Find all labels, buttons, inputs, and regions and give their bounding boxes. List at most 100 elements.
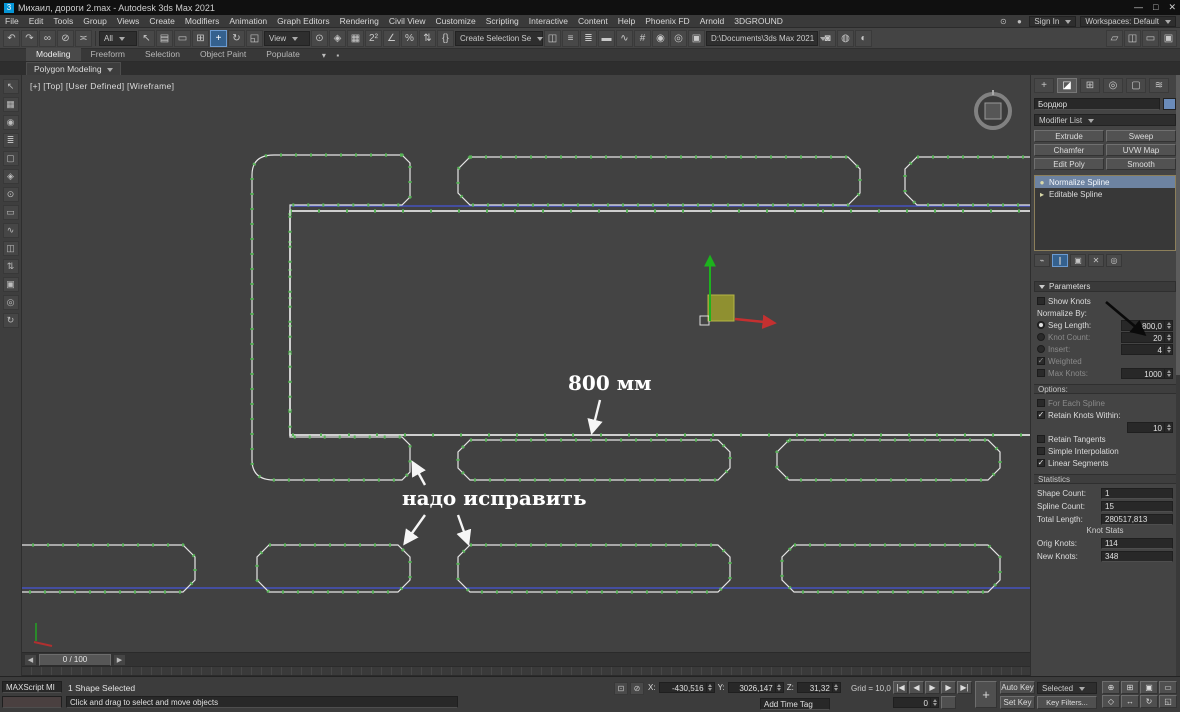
docked-tool-icon-13[interactable]: ◎ [3, 295, 19, 310]
unlink-selection-icon[interactable]: ⊘ [57, 30, 74, 47]
simple-interpolation-checkbox[interactable] [1037, 447, 1045, 455]
docked-tool-icon-2[interactable]: ▦ [3, 97, 19, 112]
ribbon-minimize-icon[interactable]: ▾ [318, 50, 330, 61]
selected-spline-rectangle[interactable] [290, 211, 1030, 435]
linear-segments-checkbox[interactable] [1037, 459, 1045, 467]
viewport-label[interactable]: [+] [Top] [User Defined] [Wireframe] [30, 81, 174, 91]
docked-tool-icon-14[interactable]: ↻ [3, 313, 19, 328]
docked-tool-icon-12[interactable]: ▣ [3, 277, 19, 292]
mirror-icon[interactable]: ◫ [544, 30, 561, 47]
menu-item[interactable]: Help [613, 15, 640, 28]
ribbon-toggle-icon[interactable]: ▬ [598, 30, 615, 47]
for-each-spline-checkbox[interactable] [1037, 399, 1045, 407]
snaps-toggle-icon[interactable]: 2² [365, 30, 382, 47]
ribbon-tab[interactable]: Selection [135, 48, 190, 61]
sign-in-button[interactable]: Sign In [1029, 16, 1076, 27]
seg-length-radio[interactable] [1037, 321, 1045, 329]
curve-editor-icon[interactable]: ∿ [616, 30, 633, 47]
workspaces-dropdown[interactable]: Workspaces: Default [1080, 16, 1176, 27]
select-and-move-icon[interactable]: + [210, 30, 227, 47]
next-frame-arrow-icon[interactable]: ▶ [113, 654, 126, 666]
project-folder-dropdown[interactable]: D:\Documents\3ds Max 2021 [706, 31, 818, 46]
select-and-link-icon[interactable]: ∞ [39, 30, 56, 47]
menu-item[interactable]: Rendering [335, 15, 384, 28]
docked-tool-icon-4[interactable]: ≣ [3, 133, 19, 148]
select-object-icon[interactable]: ↖ [138, 30, 155, 47]
knot-count-radio[interactable] [1037, 333, 1045, 341]
orbit-icon[interactable]: ↻ [1140, 695, 1158, 708]
show-knots-checkbox[interactable] [1037, 297, 1045, 305]
modifier-set-button[interactable]: Extrude [1034, 130, 1104, 142]
key-mode-toggle-icon[interactable] [941, 696, 956, 709]
docked-tool-icon-6[interactable]: ◈ [3, 169, 19, 184]
modify-tab-icon[interactable]: ◪ [1057, 78, 1077, 93]
set-key-button[interactable]: Set Key [1000, 696, 1035, 709]
docked-tool-icon-10[interactable]: ◫ [3, 241, 19, 256]
object-name-field[interactable]: Бордюр [1034, 98, 1160, 110]
modifier-set-button[interactable]: Sweep [1106, 130, 1176, 142]
close-button[interactable]: ✕ [1168, 2, 1176, 13]
maxscript-mini-listener[interactable]: MAXScript MI [2, 681, 62, 693]
material-editor-icon[interactable]: ◉ [652, 30, 669, 47]
docked-tool-icon-5[interactable]: ▢ [3, 151, 19, 166]
previous-frame-arrow-icon[interactable]: ◀ [24, 654, 37, 666]
menu-item[interactable]: 3DGROUND [729, 15, 788, 28]
x-coordinate-field[interactable]: -430,516 [659, 682, 715, 693]
modifier-list-dropdown[interactable]: Modifier List [1034, 114, 1176, 126]
menu-item[interactable]: Content [573, 15, 613, 28]
modifier-set-button[interactable]: Chamfer [1034, 144, 1104, 156]
ribbon-tab[interactable]: Populate [256, 48, 310, 61]
select-and-scale-icon[interactable]: ◱ [246, 30, 263, 47]
ribbon-tab[interactable]: Freeform [81, 48, 135, 61]
go-to-end-icon[interactable]: ▶| [957, 681, 972, 694]
zoom-extents-icon[interactable]: ▣ [1140, 681, 1158, 694]
modifier-set-button[interactable]: Smooth [1106, 158, 1176, 170]
menu-item[interactable]: Graph Editors [272, 15, 334, 28]
menu-item[interactable]: Group [78, 15, 112, 28]
docked-tool-icon-7[interactable]: ⊙ [3, 187, 19, 202]
retain-knots-spinner[interactable]: 10 [1127, 422, 1173, 433]
redo-icon[interactable]: ↷ [21, 30, 38, 47]
max-knots-checkbox[interactable] [1037, 369, 1045, 377]
insert-spinner[interactable]: 4 [1121, 344, 1173, 355]
named-selection-set-dropdown[interactable]: Create Selection Se [455, 31, 543, 46]
render-setup-icon[interactable]: ◎ [670, 30, 687, 47]
percent-snap-icon[interactable]: % [401, 30, 418, 47]
previous-frame-icon[interactable]: ◀ [909, 681, 924, 694]
add-time-tag[interactable]: Add Time Tag [760, 698, 830, 710]
bind-to-space-warp-icon[interactable]: ≍ [75, 30, 92, 47]
modifier-stack-item[interactable]: ● Normalize Spline [1035, 176, 1175, 188]
pan-icon[interactable]: ↔ [1121, 695, 1139, 708]
display-tab-icon[interactable]: ▢ [1126, 78, 1146, 93]
selection-filter-dropdown[interactable]: All [99, 31, 137, 46]
docked-tool-icon-1[interactable]: ↖ [3, 79, 19, 94]
modifier-visibility-icon[interactable]: ▸ [1037, 190, 1047, 199]
show-end-result-icon[interactable]: ∥ [1052, 254, 1068, 267]
schematic-view-icon[interactable]: # [634, 30, 651, 47]
menu-item[interactable]: Phoenix FD [640, 15, 694, 28]
menu-item[interactable]: Create [144, 15, 180, 28]
insert-radio[interactable] [1037, 345, 1045, 353]
polygon-modeling-tab[interactable]: Polygon Modeling [26, 62, 121, 75]
docked-tool-icon-11[interactable]: ⇅ [3, 259, 19, 274]
menu-item[interactable]: Civil View [384, 15, 431, 28]
undo-icon[interactable]: ↶ [3, 30, 20, 47]
zoom-all-icon[interactable]: ⊞ [1121, 681, 1139, 694]
menu-item[interactable]: Arnold [695, 15, 730, 28]
align-icon[interactable]: ≡ [562, 30, 579, 47]
minimize-button[interactable]: — [1134, 2, 1143, 13]
play-icon[interactable]: ▶ [925, 681, 940, 694]
viewport-top[interactable]: [+] [Top] [User Defined] [Wireframe] 800… [22, 75, 1030, 652]
create-tab-icon[interactable]: + [1034, 78, 1054, 93]
configure-modifier-sets-icon[interactable]: ◎ [1106, 254, 1122, 267]
max-knots-spinner[interactable]: 1000 [1121, 368, 1173, 379]
y-coordinate-field[interactable]: 3026,147 [728, 682, 784, 693]
panel-scrollbar[interactable] [1176, 75, 1180, 676]
menu-item[interactable]: Scripting [481, 15, 524, 28]
menu-item[interactable]: Modifiers [180, 15, 224, 28]
key-filters-button[interactable]: Key Filters... [1037, 696, 1097, 709]
weighted-checkbox[interactable] [1037, 357, 1045, 365]
modifier-set-button[interactable]: Edit Poly [1034, 158, 1104, 170]
undock-toolbar-icon[interactable]: ▱ [1106, 30, 1123, 47]
maximize-button[interactable]: □ [1153, 2, 1158, 13]
